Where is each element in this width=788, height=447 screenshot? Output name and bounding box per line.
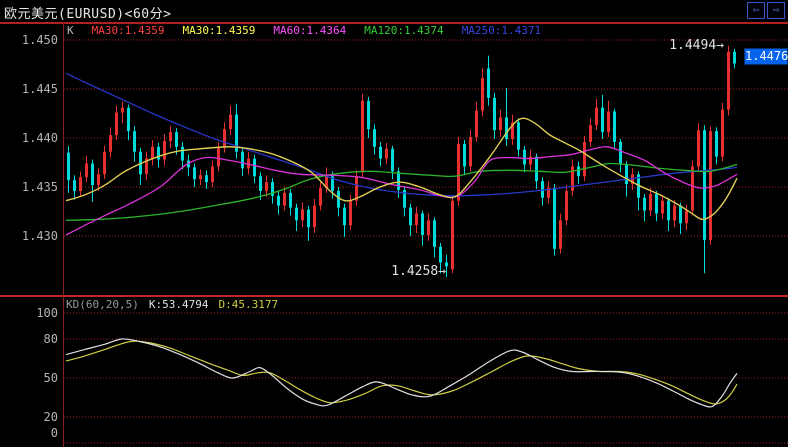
ma-legend-items: MA30:1.4359 MA30:1.4359 MA60:1.4364 MA120:1… [83,24,551,37]
high-price-annotation: 1.4494→ [669,38,724,53]
y-axis-label: 0 [50,426,58,440]
y-axis-label: 20 [43,410,58,424]
last-price-tag: 1.4476 [744,48,788,65]
ma-line-ma250 [65,72,738,197]
kd-line-k [65,338,738,408]
y-axis-label: 1.430 [21,229,58,243]
k-series-label: K [67,24,74,37]
ma-legend-item-3: MA120:1.4374 [364,24,444,37]
ma-line-ma30 [65,117,738,220]
ma-legend-item-2: MA60:1.4364 [273,24,347,37]
kd-d-value: D:45.3177 [218,298,279,311]
ma-legend-item-0: MA30:1.4359 [91,24,165,37]
ma-line-ma60 [65,146,738,236]
kd-k-value: K:53.4794 [148,298,209,311]
y-axis-label: 100 [36,306,58,320]
y-axis-label: 1.440 [21,131,58,145]
ma-line-ma120 [65,162,738,221]
ma-legend-item-4: MA250:1.4371 [461,24,542,37]
y-axis-label: 80 [43,332,58,346]
y-axis-label: 50 [43,371,58,385]
kd-line-d [65,340,738,405]
ma-line-ma30-red [65,117,738,220]
trading-app-window: 欧元美元(EURUSD)<60分> ⇦ ⇨ K MA30:1.4359 MA30:1… [0,0,788,447]
chart-canvas[interactable] [0,0,788,447]
y-axis-label: 1.445 [21,82,58,96]
y-axis-label: 1.435 [21,180,58,194]
kd-legend: KD(60,20,5) K:53.4794 D:45.3177 [66,298,288,311]
ma-legend-item-1: MA30:1.4359 [182,24,256,37]
kd-indicator-name: KD(60,20,5) [66,298,139,311]
low-price-annotation: 1.4258→ [391,264,446,279]
y-axis-label: 1.450 [21,33,58,47]
ma-legend: K MA30:1.4359 MA30:1.4359 MA60:1.4364 MA120:… [67,24,559,37]
